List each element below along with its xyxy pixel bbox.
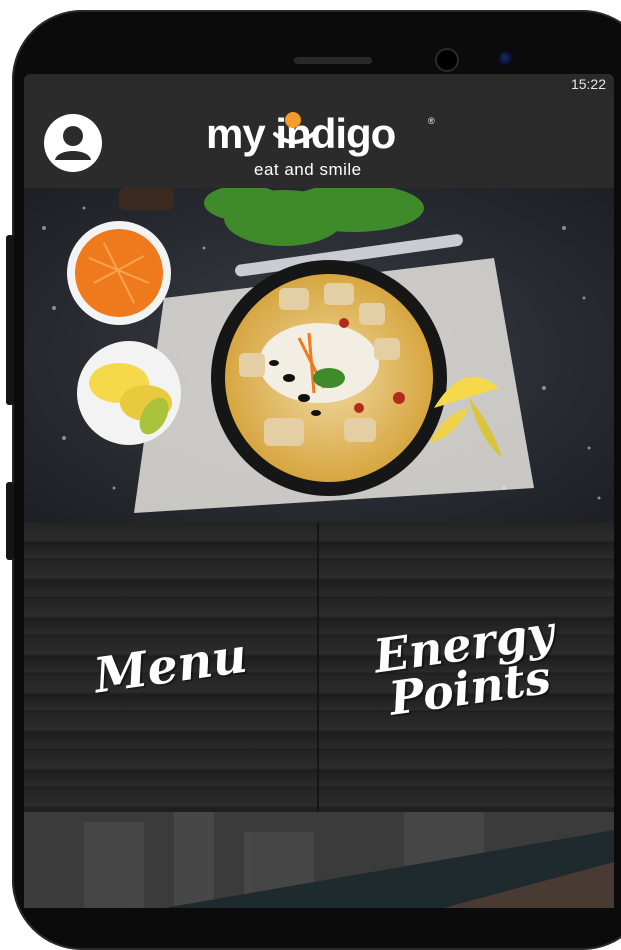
power-button bbox=[6, 482, 14, 560]
user-profile-button[interactable] bbox=[44, 114, 102, 172]
volume-button bbox=[6, 235, 14, 405]
sensor-icon bbox=[499, 52, 513, 66]
speaker-grille bbox=[294, 57, 372, 64]
status-bar: 15:22 bbox=[24, 74, 614, 96]
registered-icon: ® bbox=[428, 116, 435, 126]
energy-points-tile[interactable]: Energy Points bbox=[319, 522, 614, 812]
front-camera-icon bbox=[435, 48, 459, 72]
menu-tile-label: Menu bbox=[90, 627, 251, 705]
navigation-tiles: Menu Energy Points bbox=[24, 522, 614, 812]
menu-tile[interactable]: Menu bbox=[24, 522, 319, 812]
smile-icon bbox=[273, 132, 315, 144]
logo-tagline: eat and smile bbox=[254, 160, 362, 179]
app-header: my indigo ® eat and smile bbox=[24, 96, 614, 188]
hero-food-photo bbox=[24, 188, 614, 522]
bottom-decoration bbox=[24, 812, 614, 908]
app-screen: 15:22 my indigo ® eat and smile Menu Ene… bbox=[24, 74, 614, 908]
food-bowl-photo bbox=[24, 188, 614, 522]
status-time: 15:22 bbox=[570, 76, 606, 92]
logo-dot-icon bbox=[285, 112, 301, 128]
bottom-banner bbox=[24, 812, 614, 908]
brand-logo: my indigo ® eat and smile bbox=[206, 110, 446, 180]
energy-points-tile-label: Energy Points bbox=[370, 605, 557, 726]
user-profile-icon bbox=[55, 126, 91, 160]
